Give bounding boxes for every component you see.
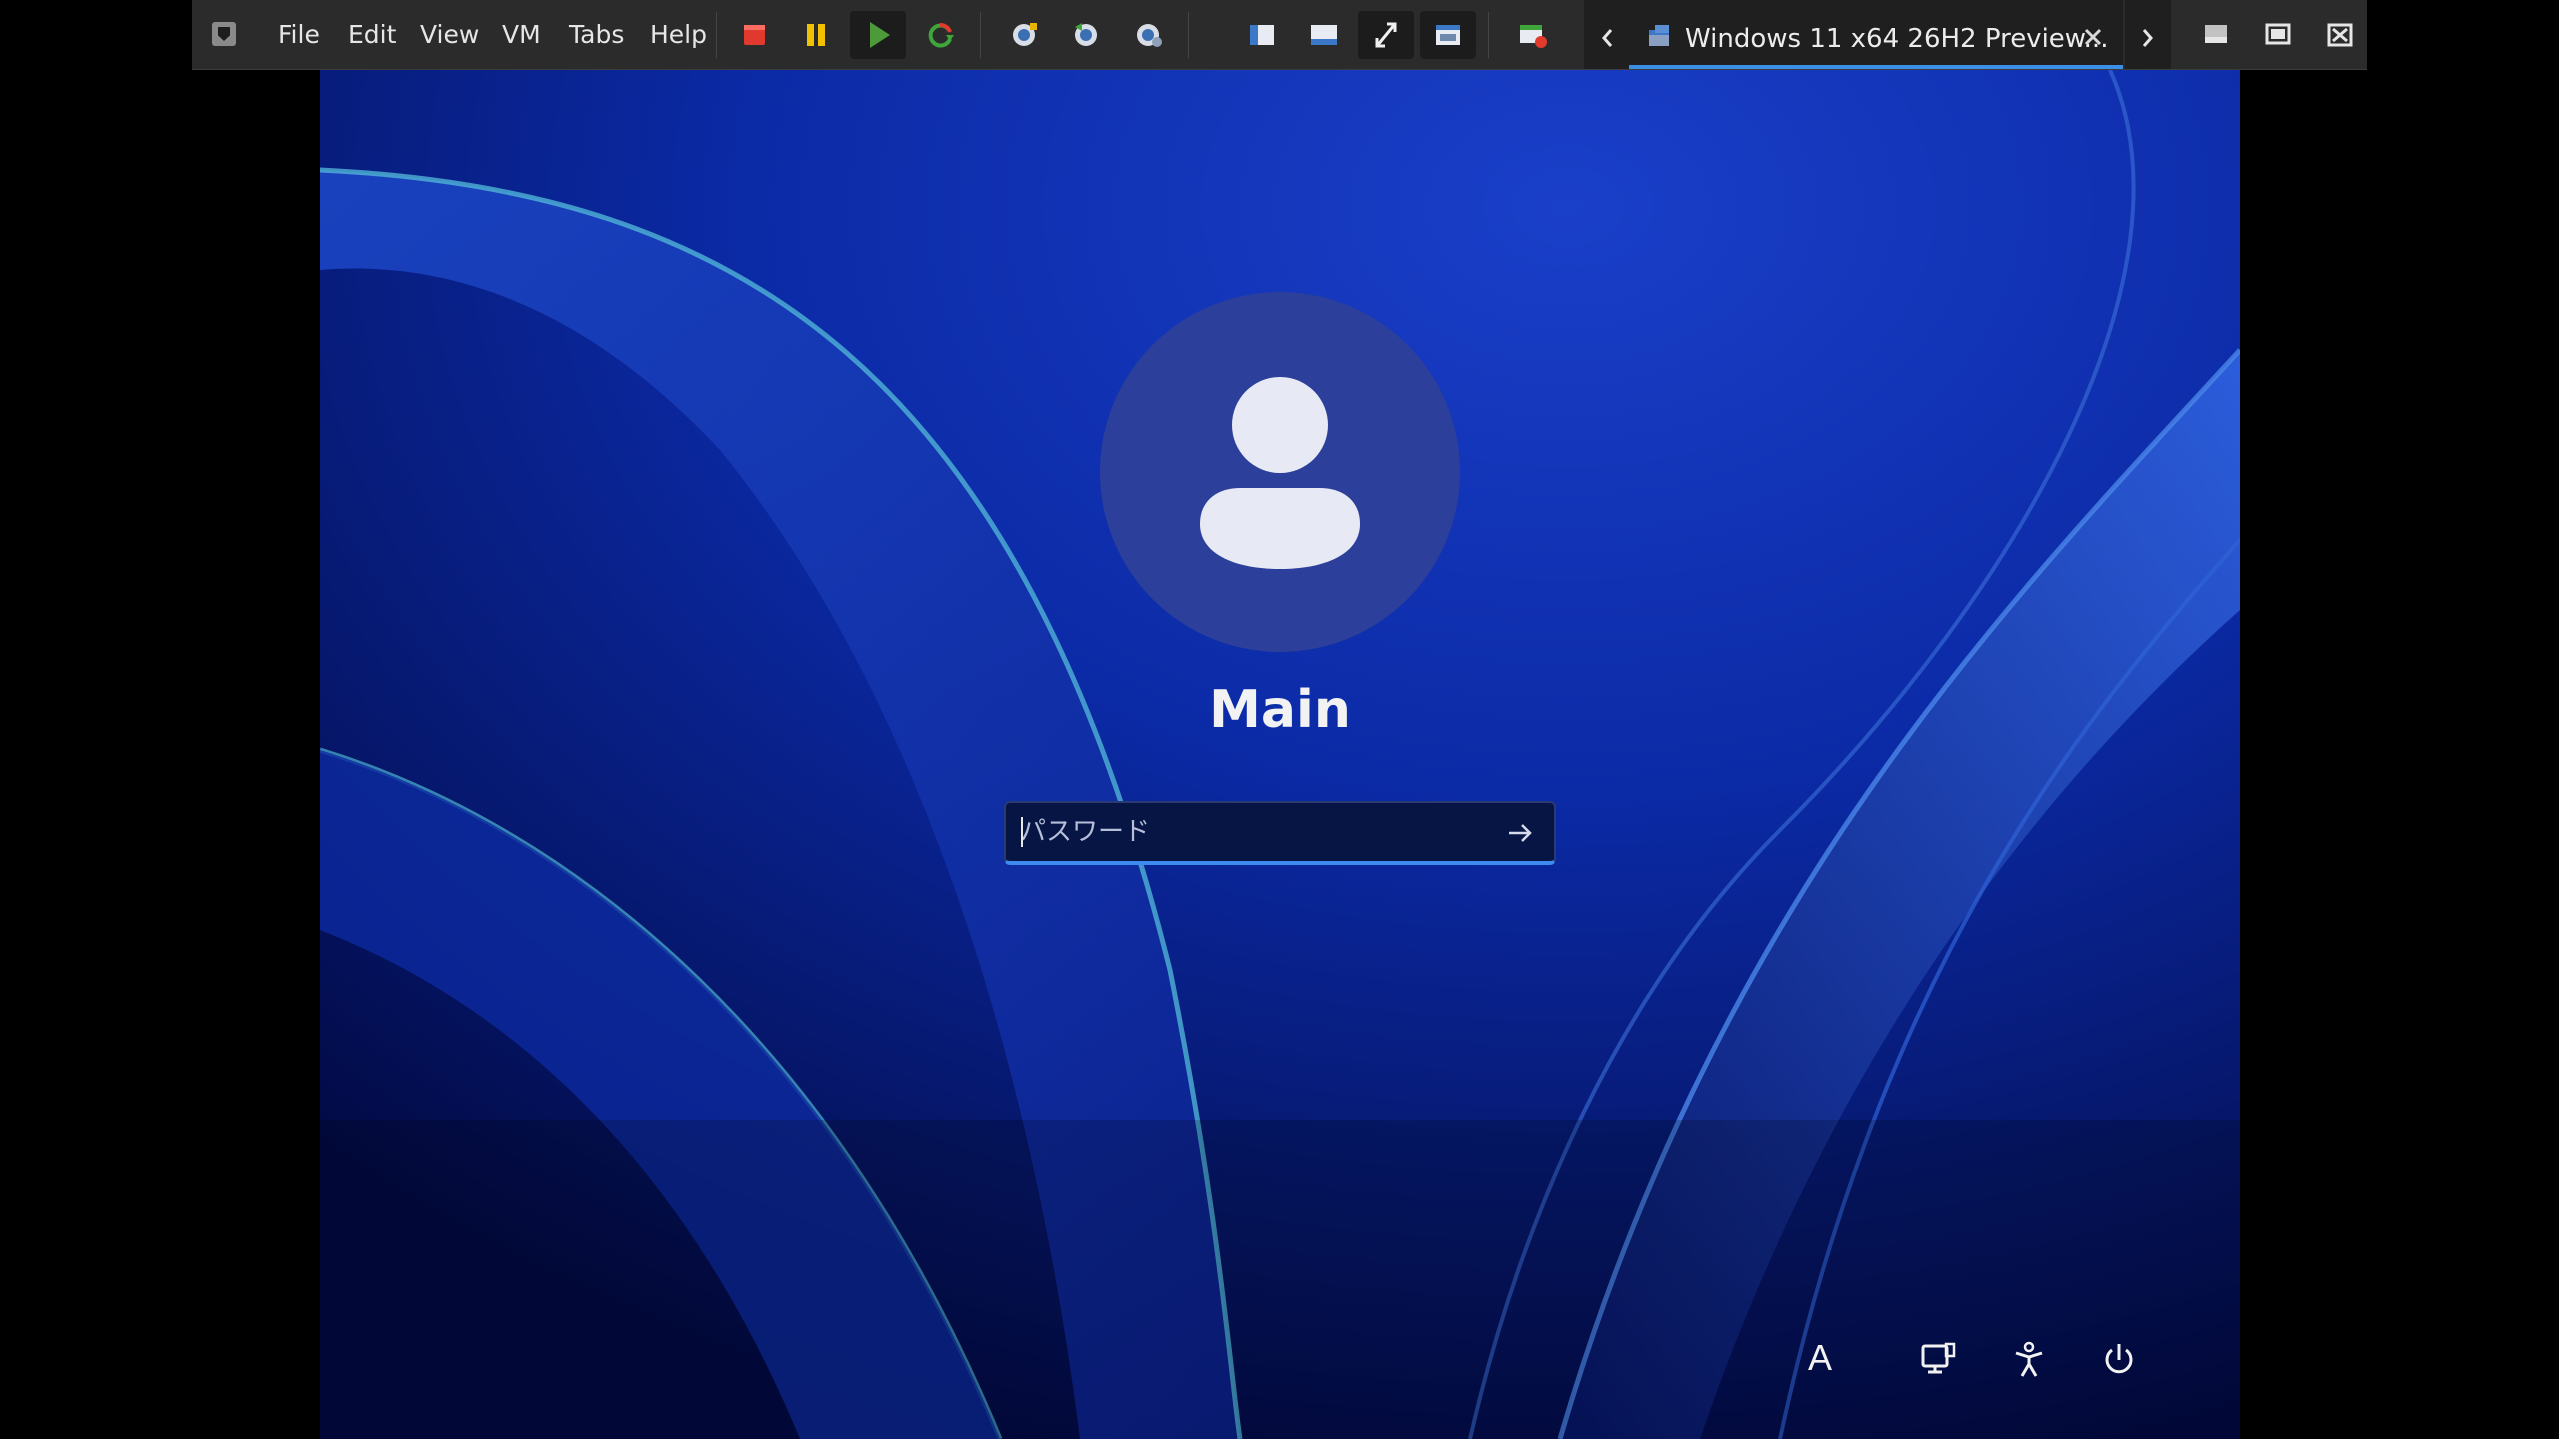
- console-view-icon: [1311, 25, 1337, 45]
- tab-title: Windows 11 x64 26H2 Preview...: [1685, 24, 2109, 54]
- show-library-button[interactable]: [1234, 11, 1290, 59]
- toolbar-divider: [1488, 12, 1489, 58]
- reset-icon: [928, 23, 954, 48]
- unity-button[interactable]: [1420, 11, 1476, 59]
- menu-tabs[interactable]: Tabs: [569, 0, 624, 69]
- close-tab-icon[interactable]: [2076, 0, 2110, 69]
- toolbar-divider: [1188, 12, 1189, 58]
- menu-edit[interactable]: Edit: [348, 0, 396, 69]
- tab-scroll-right-button[interactable]: [2125, 0, 2171, 69]
- suspend-button[interactable]: [788, 11, 844, 59]
- ime-mode-indicator[interactable]: A: [1798, 1336, 1842, 1380]
- menu-vm[interactable]: VM: [502, 0, 541, 69]
- revert-snapshot-icon: [1075, 23, 1097, 46]
- full-screen-icon: [1375, 22, 1397, 48]
- snapshot-manager-icon: [1137, 24, 1162, 47]
- close-window-icon[interactable]: [2320, 15, 2360, 55]
- user-name: Main: [1209, 680, 1351, 740]
- toolbar-divider: [980, 12, 981, 58]
- text-caret: [1021, 817, 1023, 847]
- vm-display[interactable]: Main A: [320, 70, 2240, 1439]
- user-icon: [1200, 377, 1360, 569]
- submit-arrow-icon[interactable]: [1502, 815, 1538, 851]
- power-on-button[interactable]: [850, 11, 906, 59]
- chevron-right-icon: [2142, 29, 2153, 47]
- menu-file[interactable]: File: [278, 0, 320, 69]
- power-on-icon: [870, 22, 890, 48]
- power-off-icon: [744, 25, 765, 45]
- menu-view[interactable]: View: [420, 0, 479, 69]
- user-avatar: [1100, 292, 1460, 652]
- snapshot-icon: [1013, 23, 1037, 46]
- app-menu-icon[interactable]: [212, 22, 236, 46]
- active-tab-indicator: [1629, 65, 2123, 69]
- reset-button[interactable]: [912, 11, 968, 59]
- toolbar-divider: [716, 12, 717, 58]
- take-snapshot-button[interactable]: [996, 11, 1052, 59]
- password-field[interactable]: [1020, 803, 1490, 861]
- console-view-button[interactable]: [1296, 11, 1352, 59]
- tab-scroll-left-button[interactable]: [1584, 0, 1630, 69]
- tab-vm-windows11[interactable]: Windows 11 x64 26H2 Preview...: [1629, 0, 2123, 69]
- snapshot-manager-button[interactable]: [1120, 11, 1176, 59]
- accessibility-icon[interactable]: [2007, 1338, 2051, 1382]
- power-icon[interactable]: [2097, 1338, 2141, 1382]
- power-off-button[interactable]: [726, 11, 782, 59]
- remove-device-icon: [1520, 25, 1547, 48]
- menu-help[interactable]: Help: [650, 0, 707, 69]
- network-icon[interactable]: [1916, 1338, 1960, 1382]
- unity-icon: [1436, 25, 1460, 45]
- vm-tab-icon: [1649, 25, 1669, 46]
- remove-device-button[interactable]: [1504, 11, 1560, 59]
- bloom-wallpaper: [320, 70, 2240, 1439]
- chevron-left-icon: [1602, 29, 1613, 47]
- password-box[interactable]: [1004, 801, 1556, 865]
- maximize-icon[interactable]: [2258, 15, 2298, 55]
- suspend-icon: [807, 24, 825, 46]
- minimize-icon[interactable]: [2196, 15, 2236, 55]
- vm-toolbar: File Edit View VM Tabs Help Windows 11 x…: [192, 0, 2367, 70]
- full-screen-button[interactable]: [1358, 11, 1414, 59]
- show-library-icon: [1250, 25, 1274, 45]
- revert-snapshot-button[interactable]: [1058, 11, 1114, 59]
